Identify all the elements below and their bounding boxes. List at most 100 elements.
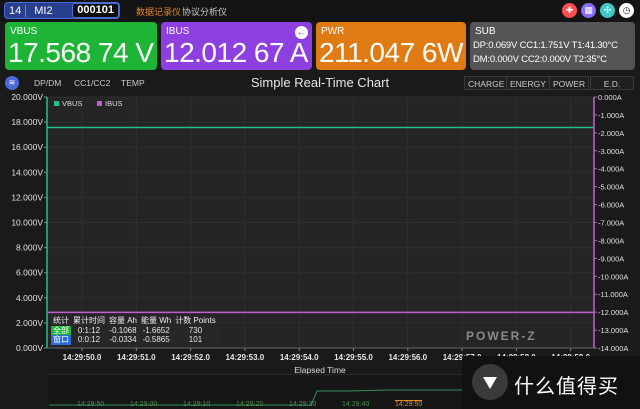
legend-vbus-swatch [54,101,59,106]
timeline-overview[interactable]: 14:28:50 14:29:00 14:29:10 14:29:20 14:29:30… [49,374,462,409]
x-tick-label: 14:29:54.0 [280,353,319,362]
tab-dp-dm[interactable]: DP/DM [31,76,64,90]
power-z-watermark: POWER-Z [466,329,537,343]
chart-toggle-icon[interactable]: ≋ [5,76,19,90]
clock-icon[interactable]: ◷ [619,3,634,18]
overview-tick-label: 14:29:00 [130,401,158,408]
stats-capacity: -0.1068 [109,325,137,335]
overview-tick-label: 14:29:40 [342,401,370,408]
device-selector[interactable]: 14 MI2 000101 [4,2,120,19]
legend-vbus-label: VBUS [62,99,83,108]
tab-protocol-analyzer[interactable]: 协议分析仪 [182,5,227,18]
top-bar: 14 MI2 000101 数据记录仪 协议分析仪 ✚ ▦ ✣ ◷ [0,0,640,22]
x-tick-label: 14:29:50.0 [63,353,102,362]
y-right-tick-label: -10.000A [598,272,628,281]
vbus-value: 17.568 74 V [8,37,154,68]
overview-tick-label: 14:29:10 [183,401,211,408]
y-right-tick-label: -8.000A [598,236,624,245]
ibus-label: IBUS [166,26,190,37]
ibus-meter: IBUS ← 12.012 67 A [161,22,312,70]
stats-energy: -1.6652 [142,325,170,335]
y-right-tick-label: -6.000A [598,201,624,210]
y-right-tick-label: -12.000A [598,308,628,317]
ed-button[interactable]: E.D. [590,76,634,90]
y-left-tick-label: 10.000V [11,218,43,228]
sub-label: SUB [475,26,496,37]
y-right-tick-label: -4.000A [598,165,624,174]
x-tick-label: 14:29:51.0 [117,353,156,362]
stats-tag-all[interactable]: 全部 [51,325,71,335]
brand-logo-icon [472,364,508,400]
pwr-meter: PWR 211.047 6W [316,22,466,70]
ibus-value: 12.012 67 A [164,37,308,68]
window-buttons: ✚ ▦ ✣ ◷ [562,3,634,18]
y-right-tick-label: -3.000A [598,147,624,156]
stats-row-window: 窗口 0:0:12 -0.0334 -0.5865 101 [51,335,218,345]
y-right-tick-label: -14.000A [598,344,628,353]
stats-header: 累计时间 [73,316,105,325]
x-tick-label: 14:29:56.0 [388,353,427,362]
y-right-tick-label: -1.000A [598,111,624,120]
x-tick-label: 14:29:52.0 [171,353,210,362]
overview-tick-label: 14:28:50 [77,401,105,408]
y-left-tick-label: 2.000V [16,318,43,328]
y-right-tick-label: -9.000A [598,254,624,263]
charge-button[interactable]: CHARGE [464,76,509,90]
stats-table: 统计 累计时间 容量 Ah 能量 Wh 计数 Points 全部 0:1:12 … [51,316,218,345]
legend-vbus: VBUS [54,99,82,108]
pwr-label: PWR [321,26,345,37]
y-right-tick-label: -13.000A [598,326,628,335]
brand-text: 什么值得买 [514,376,619,398]
x-tick-label: 14:29:55.0 [334,353,373,362]
tab-cc1-cc2[interactable]: CC1/CC2 [71,76,113,90]
vbus-label: VBUS [10,26,38,37]
device-model: MI2 [25,4,60,17]
apps-icon[interactable]: ✣ [600,3,615,18]
y-right-tick-label: -7.000A [598,219,624,228]
stats-header: 计数 Points [175,316,216,325]
stats-time: 0:0:12 [77,335,101,344]
y-left-tick-label: 18.000V [11,117,43,127]
y-right-tick-label: -5.000A [598,183,624,192]
stats-header: 容量 Ah [109,316,138,325]
y-right-tick-label: -11.000A [598,290,628,299]
y-left-tick-label: 20.000V [11,92,43,102]
stats-header: 统计 [53,316,69,325]
brand-watermark: 什么值得买 [462,356,640,409]
stats-energy: -0.5865 [142,335,170,344]
device-number: 14 [9,4,22,17]
y-right-tick-label: 0.000A [598,93,622,102]
pwr-value: 211.047 6W [319,37,463,68]
y-left-tick-label: 8.000V [16,243,43,253]
legend-ibus-swatch [97,101,102,106]
tab-data-recorder[interactable]: 数据记录仪 [136,5,181,18]
legend-ibus-label: IBUS [105,99,123,108]
sub-line-1: DP:0.069V CC1:1.751V T1:41.30°C [473,40,618,51]
y-right-tick-label: -2.000A [598,129,624,138]
power-button[interactable]: POWER [549,76,590,90]
stats-header-row: 统计 累计时间 容量 Ah 能量 Wh 计数 Points [51,316,218,326]
stats-points: 101 [188,335,203,344]
tab-temp[interactable]: TEMP [118,76,148,90]
y-left-tick-label: 16.000V [11,142,43,152]
y-left-tick-label: 12.000V [11,192,43,202]
legend-ibus: IBUS [97,99,123,108]
grid-icon[interactable]: ▦ [581,3,596,18]
y-left-tick-label: 0.000V [16,343,43,353]
y-left-tick-label: 4.000V [16,293,43,303]
stats-capacity: -0.0334 [109,335,137,344]
stats-time: 0:1:12 [77,325,101,335]
stats-points: 730 [188,325,203,335]
stats-row-all: 全部 0:1:12 -0.1068 -1.6652 730 [51,325,218,335]
overview-tick-label: 14:29:50 [395,400,423,408]
stats-tag-window[interactable]: 窗口 [51,335,71,345]
overview-tick-label: 14:29:30 [289,401,317,408]
energy-button[interactable]: ENERGY [506,76,550,90]
x-tick-label: 14:29:53.0 [226,353,265,362]
y-left-tick-label: 6.000V [16,268,43,278]
device-serial: 000101 [72,3,119,18]
vbus-meter: VBUS 17.568 74 V [5,22,157,70]
sub-meter: SUB DP:0.069V CC1:1.751V T1:41.30°C DM:0… [470,22,635,70]
sub-line-2: DM:0.000V CC2:0.000V T2:35°C [473,54,607,65]
gift-icon[interactable]: ✚ [562,3,577,18]
